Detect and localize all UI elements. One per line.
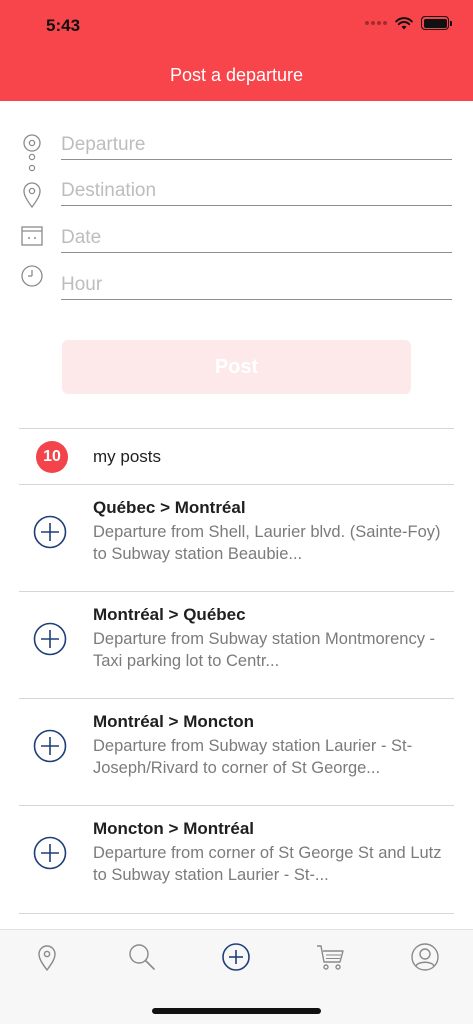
clock-icon: [21, 265, 43, 287]
calendar-icon: [21, 226, 43, 246]
route-description: Departure from Shell, Laurier blvd. (Sai…: [93, 523, 441, 563]
status-time: 5:43: [46, 16, 81, 35]
list-item[interactable]: Montréal > Québec Departure from Subway …: [0, 592, 473, 699]
route-title: Québec > Montréal: [93, 498, 246, 517]
location-pin-icon: [38, 945, 56, 972]
route-description: Departure from Subway station Laurier - …: [93, 737, 413, 777]
page-title: Post a departure: [169, 65, 304, 85]
destination-input[interactable]: [61, 176, 452, 206]
cart-icon: [317, 945, 344, 970]
home-indicator: [152, 1008, 321, 1014]
battery-icon: [421, 16, 452, 30]
destination-row: [0, 175, 473, 222]
wifi-icon: [395, 16, 413, 29]
tab-map[interactable]: [32, 942, 62, 972]
plus-circle-icon[interactable]: [33, 515, 67, 549]
origin-icon: [23, 134, 41, 152]
posts-count-badge: 10: [36, 441, 68, 473]
route-description: Departure from corner of St George St an…: [93, 844, 442, 884]
location-pin-icon: [23, 182, 41, 209]
tab-cart[interactable]: [315, 942, 345, 972]
user-icon: [411, 943, 439, 971]
signal-icon: [365, 21, 387, 25]
search-icon: [129, 944, 155, 970]
plus-circle-icon[interactable]: [33, 729, 67, 763]
header: 5:43 Post a departure: [0, 0, 473, 101]
my-posts-row[interactable]: 10 my posts: [0, 429, 473, 484]
date-row: [0, 222, 473, 269]
plus-circle-icon[interactable]: [33, 836, 67, 870]
route-title: Moncton > Montréal: [93, 819, 255, 838]
route-title: Montréal > Québec: [93, 605, 246, 624]
plus-circle-icon: [222, 943, 250, 971]
post-button[interactable]: Post: [62, 340, 411, 394]
tab-post[interactable]: [221, 942, 251, 972]
tab-search[interactable]: [127, 942, 157, 972]
route-description: Departure from Subway station Montmorenc…: [93, 630, 436, 670]
route-dots-icon: [28, 153, 36, 172]
hour-input[interactable]: [61, 270, 452, 300]
route-title: Montréal > Moncton: [93, 712, 255, 731]
my-posts-label: my posts: [93, 447, 162, 466]
status-icons: [365, 16, 452, 30]
list-item[interactable]: Moncton > Montréal Departure from corner…: [0, 806, 473, 913]
tab-profile[interactable]: [410, 942, 440, 972]
date-input[interactable]: [61, 223, 452, 253]
departure-input[interactable]: [61, 130, 452, 160]
list-item[interactable]: Québec > Montréal Departure from Shell, …: [0, 485, 473, 592]
hour-row: [0, 265, 473, 315]
divider: [19, 913, 454, 914]
departure-row: [0, 128, 473, 175]
plus-circle-icon[interactable]: [33, 622, 67, 656]
list-item[interactable]: Montréal > Moncton Departure from Subway…: [0, 699, 473, 806]
